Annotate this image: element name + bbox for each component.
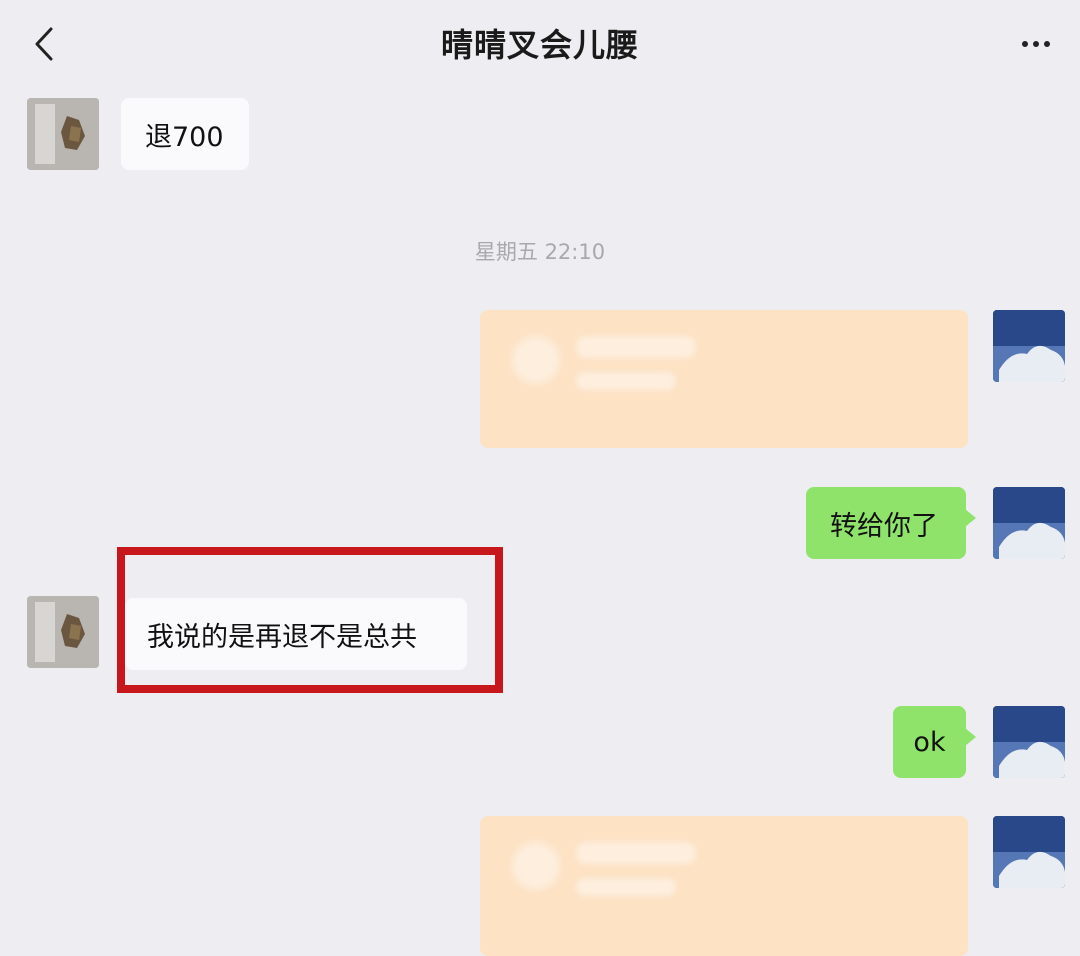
chat-header: 晴晴叉会儿腰 <box>0 0 1080 88</box>
message-text: 转给你了 <box>830 510 938 542</box>
highlight-annotation-box <box>117 547 503 693</box>
avatar-image <box>993 816 1065 888</box>
transfer-card[interactable] <box>480 816 968 956</box>
transfer-icon <box>512 842 560 890</box>
self-avatar[interactable] <box>993 310 1065 382</box>
message-bubble-received[interactable]: 退700 <box>121 98 249 170</box>
more-dots-icon <box>1022 41 1028 47</box>
transfer-amount-blurred <box>576 842 696 864</box>
more-dot <box>1044 41 1050 47</box>
contact-avatar[interactable] <box>27 596 99 668</box>
more-button[interactable] <box>1014 22 1058 66</box>
message-bubble-sent[interactable]: ok <box>893 706 976 778</box>
self-avatar[interactable] <box>993 816 1065 888</box>
chat-title: 晴晴叉会儿腰 <box>440 26 639 64</box>
contact-avatar[interactable] <box>27 98 99 170</box>
message-bubble-sent[interactable]: 转给你了 <box>806 487 976 559</box>
self-avatar[interactable] <box>993 487 1065 559</box>
avatar-image <box>993 487 1065 559</box>
message-text: ok <box>913 726 946 758</box>
avatar-image <box>27 98 99 170</box>
transfer-note-blurred <box>576 878 676 896</box>
message-text: 退700 <box>145 121 224 153</box>
self-avatar[interactable] <box>993 706 1065 778</box>
avatar-image <box>993 706 1065 778</box>
message-timestamp: 星期五 22:10 <box>474 240 606 264</box>
transfer-amount-blurred <box>576 336 696 358</box>
avatar-image <box>993 310 1065 382</box>
avatar-image <box>27 596 99 668</box>
transfer-note-blurred <box>576 372 676 390</box>
transfer-icon <box>512 336 560 384</box>
transfer-card[interactable] <box>480 310 968 448</box>
more-dot <box>1033 41 1039 47</box>
